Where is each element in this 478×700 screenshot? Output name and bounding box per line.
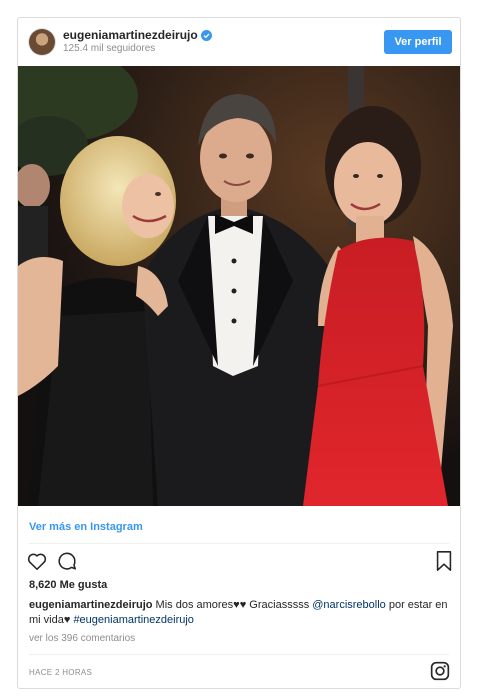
- instagram-embed-card: eugeniamartinezdeirujo 125.4 mil seguido…: [17, 17, 461, 689]
- comment-icon[interactable]: [56, 550, 78, 577]
- view-more-instagram-link[interactable]: Ver más en Instagram: [29, 521, 143, 533]
- profile-avatar[interactable]: [29, 29, 55, 55]
- divider: [29, 654, 449, 655]
- follower-count: 125.4 mil seguidores: [63, 43, 156, 54]
- verified-badge-icon: [200, 30, 212, 44]
- caption-mention-link[interactable]: @narcisrebollo: [312, 599, 386, 611]
- divider: [29, 543, 449, 544]
- heart-icon[interactable]: [26, 550, 48, 577]
- post-timestamp: HACE 2 HORAS: [29, 668, 93, 677]
- post-header: eugeniamartinezdeirujo 125.4 mil seguido…: [18, 18, 460, 66]
- view-comments-link[interactable]: ver los 396 comentarios: [29, 633, 135, 644]
- caption-text-1: Mis dos amores♥♥ Graciasssss: [152, 599, 313, 611]
- profile-username[interactable]: eugeniamartinezdeirujo: [63, 28, 212, 44]
- action-bar: [26, 550, 454, 574]
- view-profile-button[interactable]: Ver perfil: [384, 30, 452, 54]
- post-photo[interactable]: [18, 66, 460, 506]
- instagram-logo-icon[interactable]: [430, 661, 450, 686]
- bookmark-icon[interactable]: [434, 550, 454, 577]
- post-caption: eugeniamartinezdeirujo Mis dos amores♥♥ …: [29, 598, 449, 628]
- caption-username[interactable]: eugeniamartinezdeirujo: [29, 599, 152, 611]
- like-count: 8,620 Me gusta: [29, 579, 108, 591]
- username-text[interactable]: eugeniamartinezdeirujo: [63, 28, 198, 42]
- caption-hashtag-link[interactable]: #eugeniamartinezdeirujo: [73, 614, 193, 626]
